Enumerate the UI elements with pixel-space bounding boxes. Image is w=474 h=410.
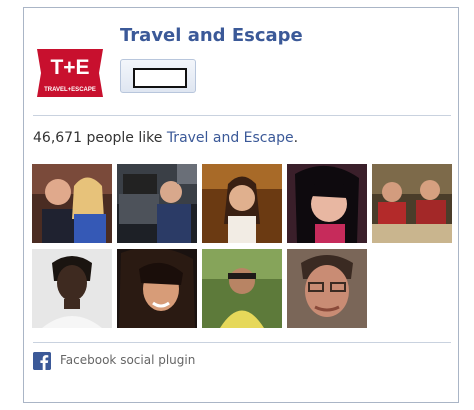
like-count-end: . xyxy=(293,130,299,146)
page-name-link[interactable]: Travel and Escape xyxy=(120,25,303,46)
like-count-number: 46,671 xyxy=(33,130,82,146)
fan-photo-5[interactable] xyxy=(372,164,452,243)
page-header: T+E TRAVEL+ESCAPE Travel and Escape xyxy=(33,25,451,119)
like-count-text: 46,671 people like Travel and Escape. xyxy=(33,130,298,146)
fan-photo-1[interactable] xyxy=(32,164,112,243)
fan-photo-8[interactable] xyxy=(202,249,282,328)
fan-photo-7[interactable] xyxy=(117,249,197,328)
svg-text:T+E: T+E xyxy=(50,56,89,79)
fan-photo-9[interactable] xyxy=(287,249,367,328)
footer-label[interactable]: Facebook social plugin xyxy=(60,353,195,367)
fan-photo-4[interactable] xyxy=(287,164,367,243)
like-box-widget: T+E TRAVEL+ESCAPE Travel and Escape 46,6… xyxy=(23,7,459,403)
like-count-middle: people like xyxy=(82,130,167,146)
fan-photo-3[interactable] xyxy=(202,164,282,243)
divider-top xyxy=(33,115,451,116)
facebook-icon[interactable] xyxy=(33,352,51,370)
fan-photo-6[interactable] xyxy=(32,249,112,328)
svg-text:TRAVEL+ESCAPE: TRAVEL+ESCAPE xyxy=(44,87,96,93)
footer: Facebook social plugin xyxy=(33,352,333,370)
page-logo[interactable]: T+E TRAVEL+ESCAPE xyxy=(33,39,107,101)
like-button-label-box xyxy=(133,68,187,88)
like-count-page-link[interactable]: Travel and Escape xyxy=(167,130,294,146)
like-button[interactable] xyxy=(120,59,196,93)
divider-bottom xyxy=(33,342,451,343)
fan-photo-2[interactable] xyxy=(117,164,197,243)
